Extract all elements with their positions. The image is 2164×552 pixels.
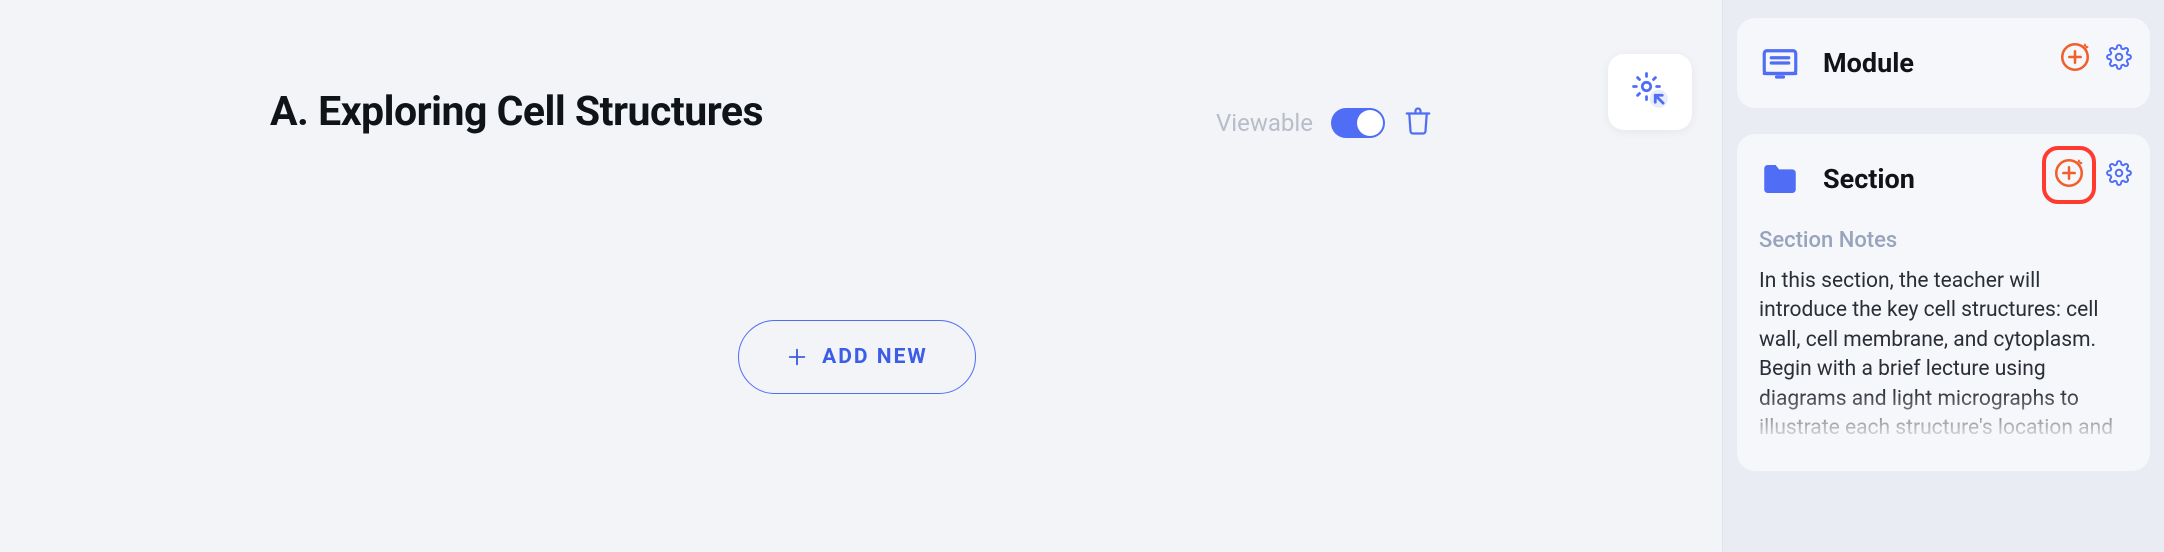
section-notes-body: In this section, the teacher will introd…: [1759, 267, 2128, 447]
delete-button[interactable]: [1403, 106, 1433, 140]
page-title: A. Exploring Cell Structures: [270, 88, 763, 136]
trash-icon: [1403, 106, 1433, 140]
section-panel: Section: [1737, 134, 2150, 471]
module-title: Module: [1823, 47, 1914, 79]
module-add-button[interactable]: [2058, 40, 2092, 78]
add-new-button[interactable]: ADD NEW: [738, 320, 976, 394]
section-notes-heading: Section Notes: [1759, 228, 2128, 253]
viewable-control-group: Viewable: [1216, 106, 1433, 140]
add-new-label: ADD NEW: [822, 345, 928, 369]
plus-icon: [786, 346, 808, 368]
gear-arrows-icon: [1629, 69, 1671, 115]
section-add-button[interactable]: [2042, 146, 2096, 204]
plus-sparkle-icon: [2052, 156, 2086, 194]
plus-sparkle-icon: [2058, 40, 2092, 78]
settings-button[interactable]: [1608, 54, 1692, 130]
main-content: A. Exploring Cell Structures Viewable: [0, 0, 1710, 552]
module-actions: [2058, 40, 2132, 78]
toggle-knob: [1357, 110, 1383, 136]
right-sidebar: Module: [1722, 0, 2164, 552]
viewable-toggle[interactable]: [1331, 108, 1385, 138]
folder-icon: [1759, 158, 1801, 200]
section-title: Section: [1823, 163, 1915, 195]
viewable-label: Viewable: [1216, 109, 1313, 137]
module-settings-button[interactable]: [2106, 44, 2132, 74]
module-icon: [1759, 42, 1801, 84]
module-panel: Module: [1737, 18, 2150, 108]
section-settings-button[interactable]: [2106, 160, 2132, 190]
gear-icon: [2106, 160, 2132, 190]
gear-icon: [2106, 44, 2132, 74]
section-actions: [2042, 156, 2132, 194]
